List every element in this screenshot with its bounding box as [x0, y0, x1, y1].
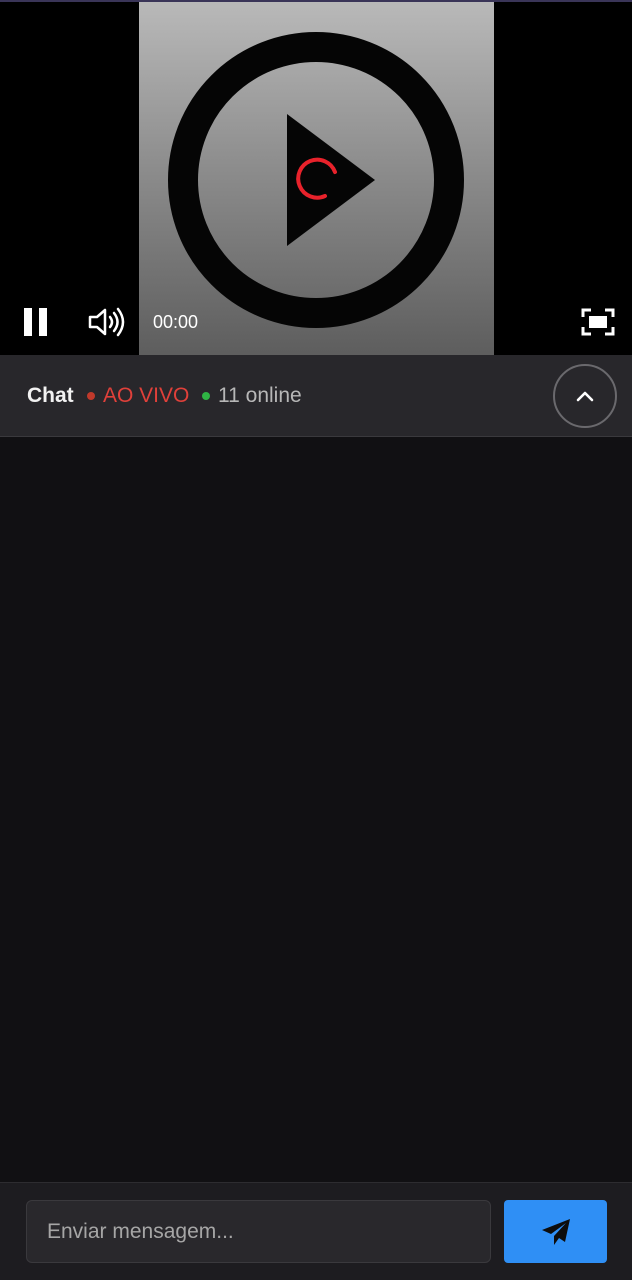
video-player[interactable]: 00:00 — [0, 0, 632, 357]
online-indicator-dot — [202, 392, 210, 400]
live-label: AO VIVO — [103, 384, 190, 407]
send-button[interactable] — [504, 1200, 607, 1263]
volume-button[interactable] — [84, 292, 130, 352]
chat-messages-area[interactable] — [0, 437, 632, 1182]
collapse-chat-button[interactable] — [553, 364, 617, 428]
chevron-up-icon — [576, 391, 594, 402]
chat-header: Chat AO VIVO 11 online — [0, 355, 632, 437]
live-indicator-dot — [87, 392, 95, 400]
online-count: 11 online — [218, 384, 302, 407]
pause-button[interactable] — [14, 292, 58, 352]
message-input[interactable] — [26, 1200, 491, 1263]
app-root: 00:00 Chat AO VIVO 11 online — [0, 0, 632, 1280]
chat-title: Chat — [27, 384, 74, 407]
volume-icon — [88, 307, 125, 337]
fullscreen-icon — [581, 308, 615, 336]
message-composer — [0, 1182, 632, 1280]
time-display: 00:00 — [153, 312, 199, 332]
player-controls: 00:00 — [0, 292, 632, 352]
pause-icon — [24, 308, 47, 336]
send-icon — [541, 1218, 570, 1245]
fullscreen-button[interactable] — [574, 292, 622, 352]
